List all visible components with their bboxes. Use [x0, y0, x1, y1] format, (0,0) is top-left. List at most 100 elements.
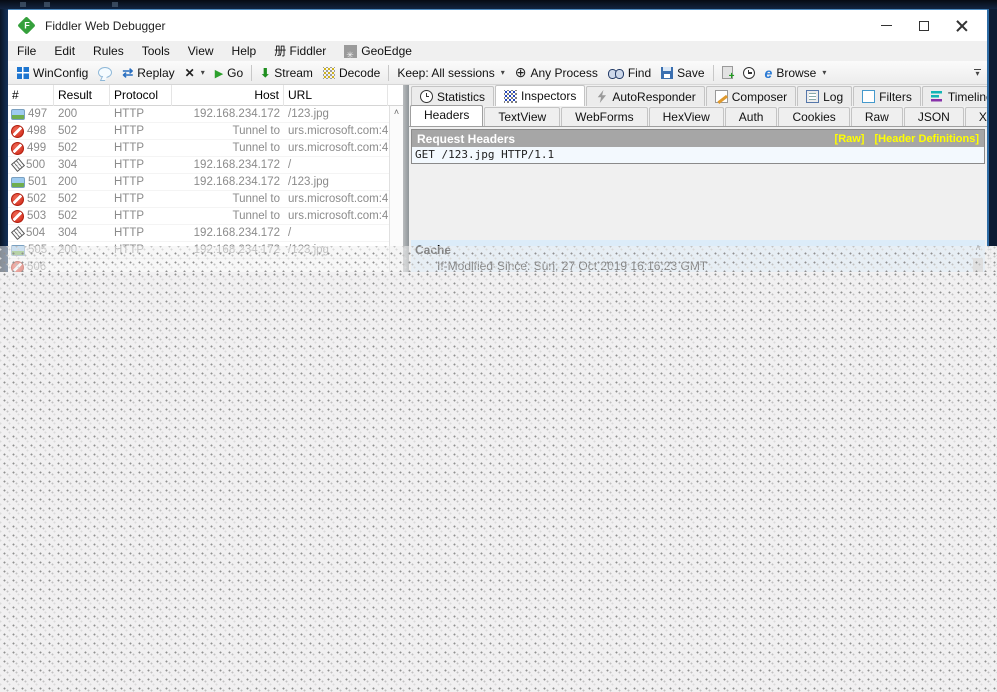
- subtab-webforms[interactable]: WebForms: [561, 107, 648, 126]
- background-glyph: [20, 2, 26, 7]
- tab-statistics[interactable]: Statistics: [411, 86, 495, 106]
- winconfig-button[interactable]: WinConfig: [12, 62, 93, 84]
- session-host: Tunnel to: [232, 192, 280, 205]
- session-type-icon: [11, 124, 24, 138]
- session-host: 192.168.234.172: [193, 158, 280, 171]
- decode-label: Decode: [338, 65, 381, 80]
- winconfig-label: WinConfig: [33, 65, 89, 80]
- menu-edit[interactable]: Edit: [45, 41, 84, 61]
- subtab-xml[interactable]: XML: [964, 107, 987, 126]
- keep-sessions-dropdown[interactable]: Keep: All sessions: [392, 62, 509, 84]
- close-icon: [956, 20, 968, 32]
- tab-label: Timeline: [947, 89, 987, 104]
- autoresponder-bolt-icon: [597, 90, 607, 103]
- header-definitions-link[interactable]: [Header Definitions]: [874, 133, 979, 145]
- subtab-hexview[interactable]: HexView: [648, 107, 724, 126]
- background-window-left-edge: [0, 9, 8, 272]
- clipboard-plus-icon: [721, 66, 735, 82]
- menu-view[interactable]: View: [179, 41, 223, 61]
- browse-label: Browse: [776, 65, 817, 80]
- any-process-button[interactable]: Any Process: [510, 62, 603, 84]
- session-url: urs.microsoft.com:443: [288, 192, 388, 205]
- session-row[interactable]: 498 502 HTTP Tunnel to urs.microsoft.com…: [8, 123, 403, 140]
- decode-button[interactable]: Decode: [318, 62, 385, 84]
- title-bar[interactable]: Fiddler Web Debugger: [8, 10, 987, 41]
- fiddler-app-icon: [17, 16, 36, 35]
- toolbar-separator: [388, 64, 390, 81]
- column-header-number[interactable]: #: [8, 85, 54, 106]
- session-url: urs.microsoft.com:443: [288, 209, 388, 222]
- session-url: /123.jpg: [288, 107, 329, 120]
- session-row[interactable]: 504 304 HTTP 192.168.234.172 /: [8, 225, 403, 242]
- session-url: urs.microsoft.com:443: [288, 124, 388, 137]
- remove-sessions-button[interactable]: [180, 62, 210, 84]
- session-result: 200: [58, 107, 78, 120]
- tab-composer[interactable]: Composer: [705, 86, 797, 106]
- request-headers-box: Request Headers [Raw] [Header Definition…: [411, 129, 985, 164]
- request-headers-titlebar: Request Headers [Raw] [Header Definition…: [412, 130, 984, 147]
- menu-help[interactable]: Help: [223, 41, 266, 61]
- session-id: 504: [26, 226, 46, 239]
- minimize-button[interactable]: [867, 10, 905, 41]
- session-result: 502: [58, 192, 78, 205]
- find-button[interactable]: Find: [603, 62, 656, 84]
- screenshot-button[interactable]: [717, 62, 738, 84]
- timeline-bars-icon: [930, 90, 944, 103]
- timer-button[interactable]: [738, 62, 760, 84]
- minimize-icon: [880, 25, 892, 26]
- session-row[interactable]: 503 502 HTTP Tunnel to urs.microsoft.com…: [8, 208, 403, 225]
- session-id: 501: [28, 175, 48, 188]
- tab-log[interactable]: Log: [797, 86, 853, 106]
- menu-fiddler[interactable]: 册 Fiddler: [265, 41, 335, 61]
- go-button[interactable]: Go: [210, 62, 248, 84]
- menu-geoedge[interactable]: GeoEdge: [335, 41, 421, 65]
- toolbar-separator: [712, 64, 714, 81]
- process-target-icon: [515, 64, 527, 81]
- session-row[interactable]: 502 502 HTTP Tunnel to urs.microsoft.com…: [8, 191, 403, 208]
- column-header-protocol[interactable]: Protocol: [110, 85, 172, 106]
- session-host: 192.168.234.172: [193, 175, 280, 188]
- replay-button[interactable]: Replay: [117, 62, 179, 84]
- session-list-header: # Result Protocol Host URL: [8, 85, 403, 106]
- subtab-cookies[interactable]: Cookies: [778, 107, 850, 126]
- replay-arrows-icon: [122, 65, 133, 81]
- subtab-headers[interactable]: Headers: [410, 105, 484, 126]
- session-list-panel: # Result Protocol Host URL 497 200 HTTP …: [8, 85, 403, 272]
- column-header-url[interactable]: URL: [284, 85, 388, 106]
- tab-filters[interactable]: Filters: [853, 86, 921, 106]
- menu-geoedge-label: GeoEdge: [361, 44, 412, 58]
- tab-inspectors[interactable]: Inspectors: [495, 85, 586, 106]
- session-id: 500: [26, 158, 46, 171]
- save-button[interactable]: Save: [656, 62, 709, 84]
- comment-button[interactable]: [93, 62, 117, 84]
- subtab-auth[interactable]: Auth: [724, 107, 778, 126]
- menu-tools[interactable]: Tools: [133, 41, 179, 61]
- tab-timeline[interactable]: Timeline: [921, 86, 987, 106]
- session-id: 502: [27, 192, 47, 205]
- session-host: Tunnel to: [232, 209, 280, 222]
- scroll-up-arrow-icon[interactable]: [390, 106, 403, 120]
- inspector-panel: Statistics Inspectors AutoResponder Comp…: [409, 85, 987, 272]
- column-header-host[interactable]: Host: [172, 85, 284, 106]
- menu-file[interactable]: File: [8, 41, 45, 61]
- raw-link[interactable]: [Raw]: [835, 133, 865, 145]
- menu-rules[interactable]: Rules: [84, 41, 133, 61]
- column-header-result[interactable]: Result: [54, 85, 110, 106]
- browse-button[interactable]: Browse: [760, 62, 832, 84]
- maximize-button[interactable]: [905, 10, 943, 41]
- toolbar-overflow-button[interactable]: [971, 65, 984, 81]
- subtab-raw[interactable]: Raw: [850, 107, 903, 126]
- session-row[interactable]: 499 502 HTTP Tunnel to urs.microsoft.com…: [8, 140, 403, 157]
- subtab-json[interactable]: JSON: [903, 107, 964, 126]
- close-button[interactable]: [943, 10, 981, 41]
- session-row[interactable]: 501 200 HTTP 192.168.234.172 /123.jpg: [8, 174, 403, 191]
- session-result: 502: [58, 141, 78, 154]
- subtab-textview[interactable]: TextView: [484, 107, 561, 126]
- session-url: /: [288, 226, 292, 239]
- request-line[interactable]: GET /123.jpg HTTP/1.1: [412, 147, 984, 163]
- tab-autoresponder[interactable]: AutoResponder: [586, 86, 705, 106]
- session-row[interactable]: 497 200 HTTP 192.168.234.172 /123.jpg: [8, 106, 403, 123]
- session-url: urs.microsoft.com:443: [288, 141, 388, 154]
- session-row[interactable]: 500 304 HTTP 192.168.234.172 /: [8, 157, 403, 174]
- stream-button[interactable]: Stream: [255, 62, 318, 84]
